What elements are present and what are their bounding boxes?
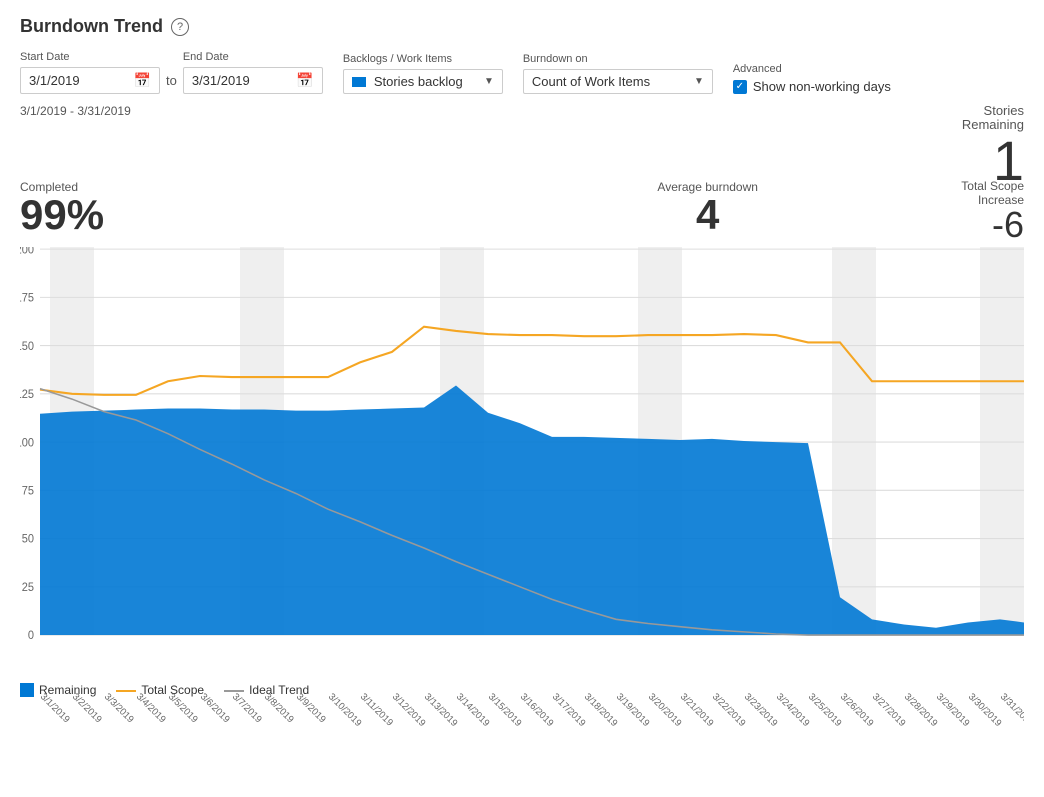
svg-text:3/30/2019: 3/30/2019 — [966, 692, 1004, 730]
backlogs-caret-icon: ▼ — [484, 76, 494, 87]
svg-text:3/21/2019: 3/21/2019 — [678, 692, 716, 730]
svg-text:3/28/2019: 3/28/2019 — [902, 692, 940, 730]
svg-text:3/11/2019: 3/11/2019 — [358, 692, 395, 729]
end-date-label: End Date — [183, 51, 323, 63]
help-icon[interactable]: ? — [171, 18, 189, 36]
burndown-on-caret-icon: ▼ — [694, 76, 704, 87]
backlogs-label: Backlogs / Work Items — [343, 53, 503, 65]
svg-text:3/26/2019: 3/26/2019 — [838, 692, 876, 730]
backlogs-value: Stories backlog — [374, 74, 478, 89]
svg-text:3/4/2019: 3/4/2019 — [134, 692, 168, 726]
svg-text:3/22/2019: 3/22/2019 — [710, 692, 748, 730]
svg-text:75: 75 — [22, 486, 34, 498]
svg-text:3/15/2019: 3/15/2019 — [486, 692, 524, 730]
advanced-label: Advanced — [733, 63, 891, 75]
svg-text:3/12/2019: 3/12/2019 — [390, 692, 428, 730]
svg-text:100: 100 — [20, 437, 34, 449]
svg-text:3/20/2019: 3/20/2019 — [646, 692, 684, 730]
page-title: Burndown Trend — [20, 16, 163, 37]
stories-remaining-label1: Stories — [984, 104, 1024, 118]
checkbox-label: Show non-working days — [753, 79, 891, 94]
svg-text:3/27/2019: 3/27/2019 — [870, 692, 908, 730]
backlogs-dropdown[interactable]: Stories backlog ▼ — [343, 69, 503, 94]
calendar-icon: 📅 — [134, 72, 151, 89]
svg-text:3/1/2019: 3/1/2019 — [38, 692, 72, 726]
chart-area: 0 25 50 75 100 125 150 175 200 3/1/2019 … — [20, 247, 1024, 677]
calendar-icon-end: 📅 — [296, 72, 313, 89]
avg-burndown-value: 4 — [657, 194, 758, 236]
total-scope-stat: Total Scope Increase -6 — [961, 179, 1024, 244]
burndown-on-label: Burndown on — [523, 53, 713, 65]
checkmark-icon: ✓ — [736, 81, 744, 92]
to-label: to — [166, 73, 177, 94]
svg-text:3/3/2019: 3/3/2019 — [102, 692, 136, 726]
total-scope-value: -6 — [992, 207, 1024, 243]
completed-value: 99% — [20, 194, 104, 236]
svg-text:3/2/2019: 3/2/2019 — [70, 692, 104, 726]
svg-text:150: 150 — [20, 341, 34, 353]
start-date-value: 3/1/2019 — [29, 73, 128, 88]
x-axis-labels: 3/1/2019 3/2/2019 3/3/2019 3/4/2019 3/5/… — [20, 682, 1024, 762]
start-date-input[interactable]: 3/1/2019 📅 — [20, 67, 160, 94]
svg-text:3/10/2019: 3/10/2019 — [326, 692, 364, 730]
svg-text:3/25/2019: 3/25/2019 — [806, 692, 844, 730]
completed-stat: Completed 99% — [20, 179, 104, 236]
end-date-input[interactable]: 3/31/2019 📅 — [183, 67, 323, 94]
burndown-on-value: Count of Work Items — [532, 74, 688, 89]
svg-text:3/29/2019: 3/29/2019 — [934, 692, 972, 730]
svg-text:25: 25 — [22, 582, 34, 594]
stories-remaining-stat: Stories Remaining 1 — [962, 104, 1024, 189]
svg-text:3/16/2019: 3/16/2019 — [518, 692, 556, 730]
show-nonworking-days-checkbox[interactable]: ✓ Show non-working days — [733, 79, 891, 94]
svg-text:3/14/2019: 3/14/2019 — [454, 692, 492, 730]
total-scope-label1: Total Scope — [961, 179, 1024, 193]
svg-text:200: 200 — [20, 247, 34, 256]
svg-text:3/23/2019: 3/23/2019 — [742, 692, 780, 730]
start-date-label: Start Date — [20, 51, 160, 63]
avg-burndown-stat: Average burndown 4 — [657, 179, 758, 236]
svg-text:3/31/2019: 3/31/2019 — [998, 692, 1024, 730]
burndown-on-dropdown[interactable]: Count of Work Items ▼ — [523, 69, 713, 94]
svg-text:3/13/2019: 3/13/2019 — [422, 692, 460, 730]
date-range-label: 3/1/2019 - 3/31/2019 — [20, 104, 131, 118]
burndown-chart: 0 25 50 75 100 125 150 175 200 — [20, 247, 1024, 677]
svg-text:3/6/2019: 3/6/2019 — [198, 692, 232, 726]
svg-text:3/7/2019: 3/7/2019 — [230, 692, 264, 726]
svg-text:175: 175 — [20, 293, 34, 305]
svg-text:3/18/2019: 3/18/2019 — [582, 692, 620, 730]
end-date-value: 3/31/2019 — [192, 73, 291, 88]
svg-text:3/17/2019: 3/17/2019 — [550, 692, 588, 730]
svg-text:0: 0 — [28, 630, 34, 642]
svg-text:3/9/2019: 3/9/2019 — [294, 692, 328, 726]
svg-text:3/24/2019: 3/24/2019 — [774, 692, 812, 730]
svg-text:3/19/2019: 3/19/2019 — [614, 692, 652, 730]
svg-text:3/5/2019: 3/5/2019 — [166, 692, 200, 726]
svg-text:50: 50 — [22, 534, 34, 546]
svg-text:3/8/2019: 3/8/2019 — [262, 692, 296, 726]
svg-text:125: 125 — [20, 389, 34, 401]
